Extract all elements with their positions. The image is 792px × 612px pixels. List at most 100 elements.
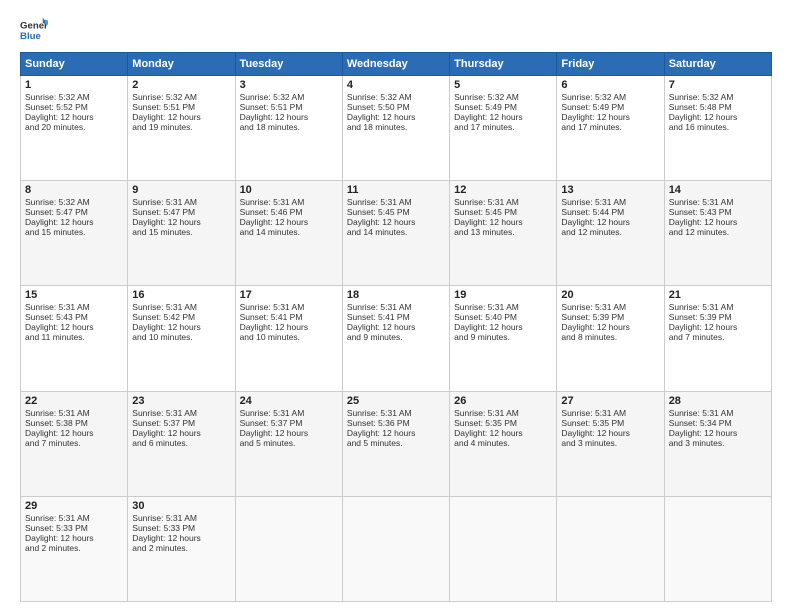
- sunset-label: Sunset: 5:35 PM: [561, 418, 624, 428]
- calendar-cell: 22 Sunrise: 5:31 AM Sunset: 5:38 PM Dayl…: [21, 391, 128, 496]
- calendar-cell: 2 Sunrise: 5:32 AM Sunset: 5:51 PM Dayli…: [128, 76, 235, 181]
- day-number: 11: [347, 184, 445, 196]
- calendar-cell: [664, 496, 771, 601]
- daylight-label: Daylight: 12 hours: [454, 322, 523, 332]
- day-number: 10: [240, 184, 338, 196]
- daylight-duration: and 20 minutes.: [25, 122, 85, 132]
- calendar-cell: 29 Sunrise: 5:31 AM Sunset: 5:33 PM Dayl…: [21, 496, 128, 601]
- day-number: 14: [669, 184, 767, 196]
- calendar-cell: 24 Sunrise: 5:31 AM Sunset: 5:37 PM Dayl…: [235, 391, 342, 496]
- daylight-duration: and 12 minutes.: [561, 227, 621, 237]
- daylight-label: Daylight: 12 hours: [132, 322, 201, 332]
- sunrise-label: Sunrise: 5:31 AM: [454, 408, 519, 418]
- calendar-cell: 28 Sunrise: 5:31 AM Sunset: 5:34 PM Dayl…: [664, 391, 771, 496]
- sunset-label: Sunset: 5:45 PM: [454, 207, 517, 217]
- daylight-duration: and 18 minutes.: [347, 122, 407, 132]
- sunrise-label: Sunrise: 5:32 AM: [25, 92, 90, 102]
- sunrise-label: Sunrise: 5:31 AM: [347, 302, 412, 312]
- daylight-label: Daylight: 12 hours: [669, 112, 738, 122]
- daylight-label: Daylight: 12 hours: [240, 217, 309, 227]
- sunset-label: Sunset: 5:44 PM: [561, 207, 624, 217]
- day-number: 9: [132, 184, 230, 196]
- calendar-cell: 12 Sunrise: 5:31 AM Sunset: 5:45 PM Dayl…: [450, 181, 557, 286]
- sunrise-label: Sunrise: 5:31 AM: [669, 408, 734, 418]
- calendar-cell: 14 Sunrise: 5:31 AM Sunset: 5:43 PM Dayl…: [664, 181, 771, 286]
- day-number: 4: [347, 79, 445, 91]
- weekday-header-friday: Friday: [557, 53, 664, 76]
- sunset-label: Sunset: 5:36 PM: [347, 418, 410, 428]
- day-number: 3: [240, 79, 338, 91]
- day-number: 27: [561, 395, 659, 407]
- sunset-label: Sunset: 5:39 PM: [561, 312, 624, 322]
- weekday-header-tuesday: Tuesday: [235, 53, 342, 76]
- calendar-cell: 13 Sunrise: 5:31 AM Sunset: 5:44 PM Dayl…: [557, 181, 664, 286]
- weekday-header-sunday: Sunday: [21, 53, 128, 76]
- day-number: 20: [561, 289, 659, 301]
- sunset-label: Sunset: 5:49 PM: [561, 102, 624, 112]
- calendar-cell: 16 Sunrise: 5:31 AM Sunset: 5:42 PM Dayl…: [128, 286, 235, 391]
- weekday-header-saturday: Saturday: [664, 53, 771, 76]
- sunset-label: Sunset: 5:46 PM: [240, 207, 303, 217]
- day-number: 2: [132, 79, 230, 91]
- calendar-cell: [342, 496, 449, 601]
- sunset-label: Sunset: 5:47 PM: [132, 207, 195, 217]
- calendar-cell: 17 Sunrise: 5:31 AM Sunset: 5:41 PM Dayl…: [235, 286, 342, 391]
- sunrise-label: Sunrise: 5:32 AM: [25, 197, 90, 207]
- calendar-cell: 11 Sunrise: 5:31 AM Sunset: 5:45 PM Dayl…: [342, 181, 449, 286]
- sunrise-label: Sunrise: 5:31 AM: [561, 302, 626, 312]
- daylight-label: Daylight: 12 hours: [132, 428, 201, 438]
- daylight-duration: and 10 minutes.: [132, 332, 192, 342]
- daylight-label: Daylight: 12 hours: [132, 217, 201, 227]
- day-number: 23: [132, 395, 230, 407]
- daylight-label: Daylight: 12 hours: [132, 112, 201, 122]
- daylight-label: Daylight: 12 hours: [561, 428, 630, 438]
- daylight-duration: and 15 minutes.: [25, 227, 85, 237]
- sunrise-label: Sunrise: 5:31 AM: [132, 408, 197, 418]
- sunset-label: Sunset: 5:34 PM: [669, 418, 732, 428]
- sunset-label: Sunset: 5:37 PM: [240, 418, 303, 428]
- sunrise-label: Sunrise: 5:31 AM: [454, 197, 519, 207]
- sunrise-label: Sunrise: 5:31 AM: [132, 513, 197, 523]
- calendar-week-row-5: 29 Sunrise: 5:31 AM Sunset: 5:33 PM Dayl…: [21, 496, 772, 601]
- daylight-duration: and 8 minutes.: [561, 332, 617, 342]
- sunset-label: Sunset: 5:52 PM: [25, 102, 88, 112]
- daylight-duration: and 3 minutes.: [561, 438, 617, 448]
- daylight-duration: and 9 minutes.: [347, 332, 403, 342]
- calendar-cell: 3 Sunrise: 5:32 AM Sunset: 5:51 PM Dayli…: [235, 76, 342, 181]
- sunrise-label: Sunrise: 5:31 AM: [669, 302, 734, 312]
- sunset-label: Sunset: 5:47 PM: [25, 207, 88, 217]
- sunrise-label: Sunrise: 5:32 AM: [561, 92, 626, 102]
- header: General Blue: [20, 16, 772, 44]
- calendar-week-row-3: 15 Sunrise: 5:31 AM Sunset: 5:43 PM Dayl…: [21, 286, 772, 391]
- sunset-label: Sunset: 5:43 PM: [25, 312, 88, 322]
- daylight-duration: and 2 minutes.: [132, 543, 188, 553]
- calendar-cell: 10 Sunrise: 5:31 AM Sunset: 5:46 PM Dayl…: [235, 181, 342, 286]
- day-number: 19: [454, 289, 552, 301]
- daylight-label: Daylight: 12 hours: [669, 322, 738, 332]
- day-number: 8: [25, 184, 123, 196]
- calendar-cell: 6 Sunrise: 5:32 AM Sunset: 5:49 PM Dayli…: [557, 76, 664, 181]
- sunrise-label: Sunrise: 5:31 AM: [240, 197, 305, 207]
- sunset-label: Sunset: 5:38 PM: [25, 418, 88, 428]
- daylight-label: Daylight: 12 hours: [454, 428, 523, 438]
- day-number: 25: [347, 395, 445, 407]
- daylight-label: Daylight: 12 hours: [347, 322, 416, 332]
- logo: General Blue: [20, 16, 34, 44]
- day-number: 28: [669, 395, 767, 407]
- day-number: 17: [240, 289, 338, 301]
- calendar-cell: 21 Sunrise: 5:31 AM Sunset: 5:39 PM Dayl…: [664, 286, 771, 391]
- daylight-label: Daylight: 12 hours: [25, 217, 94, 227]
- calendar-cell: 23 Sunrise: 5:31 AM Sunset: 5:37 PM Dayl…: [128, 391, 235, 496]
- daylight-label: Daylight: 12 hours: [669, 428, 738, 438]
- daylight-duration: and 5 minutes.: [347, 438, 403, 448]
- daylight-duration: and 12 minutes.: [669, 227, 729, 237]
- day-number: 7: [669, 79, 767, 91]
- day-number: 26: [454, 395, 552, 407]
- daylight-duration: and 9 minutes.: [454, 332, 510, 342]
- sunrise-label: Sunrise: 5:31 AM: [347, 197, 412, 207]
- sunrise-label: Sunrise: 5:31 AM: [132, 197, 197, 207]
- daylight-duration: and 18 minutes.: [240, 122, 300, 132]
- sunrise-label: Sunrise: 5:31 AM: [132, 302, 197, 312]
- sunrise-label: Sunrise: 5:32 AM: [454, 92, 519, 102]
- calendar-table: SundayMondayTuesdayWednesdayThursdayFrid…: [20, 52, 772, 602]
